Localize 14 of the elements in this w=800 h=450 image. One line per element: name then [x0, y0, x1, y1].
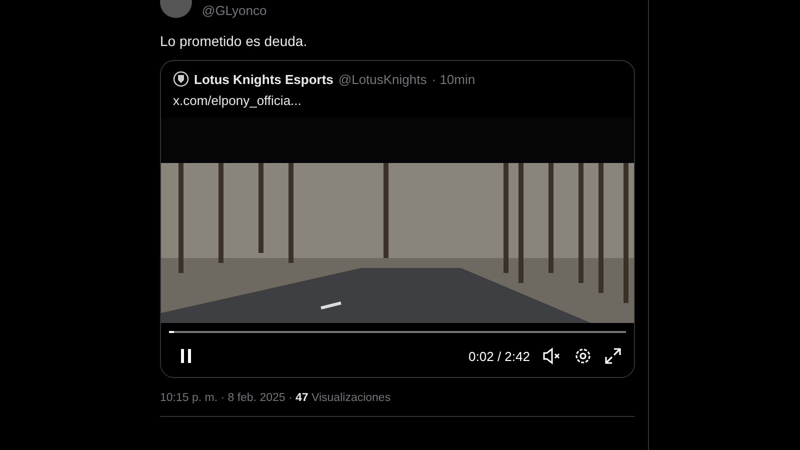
quoted-author-name[interactable]: Lotus Knights Esports	[194, 72, 334, 86]
link[interactable]: x.com/elpony_officia...	[161, 87, 634, 108]
post-time: · 10min	[432, 72, 476, 86]
quoted-author-handle[interactable]: @LotusKnights	[338, 72, 427, 86]
shield-logo-icon	[173, 71, 189, 87]
settings-icon[interactable]	[574, 347, 592, 365]
user-handle[interactable]: @GLyonco	[202, 3, 267, 19]
post-meta: 10:15 p. m. · 8 feb. 2025 · 47 Visualizaciones	[160, 392, 392, 404]
pause-icon[interactable]	[179, 348, 193, 364]
quoted-post[interactable]: Lotus Knights Esports @LotusKnights · 10min x.com/elpony_officia... 0:02 / 2:42	[160, 60, 635, 378]
muted-speaker-icon[interactable]	[542, 347, 562, 365]
video-time: 0:02 / 2:42	[468, 348, 530, 364]
fullscreen-icon[interactable]	[604, 347, 622, 365]
post-text: Lo prometido es deuda.	[160, 32, 308, 50]
